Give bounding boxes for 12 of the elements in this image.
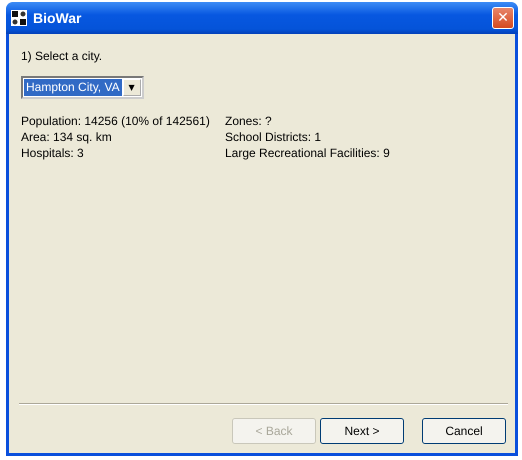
info-text: Large Recreational Facilities: 9 xyxy=(225,146,390,160)
info-text: Hospitals: 3 xyxy=(21,146,85,160)
wizard-button[interactable]: Next > xyxy=(320,418,404,444)
window-title: BioWar xyxy=(33,10,82,26)
info-text: Zones: ? xyxy=(225,114,273,128)
info-text: Population: 14256 (10% of 142561) xyxy=(21,114,211,128)
city-dropdown[interactable]: Hampton City, VA ▼ xyxy=(21,76,144,99)
info-text: School Districts: 1 xyxy=(225,130,322,144)
app-icon xyxy=(11,10,27,26)
info-text: Area: 134 sq. km xyxy=(21,130,113,144)
step-label: 1) Select a city. xyxy=(21,49,104,63)
wizard-button[interactable]: Cancel xyxy=(422,418,506,444)
